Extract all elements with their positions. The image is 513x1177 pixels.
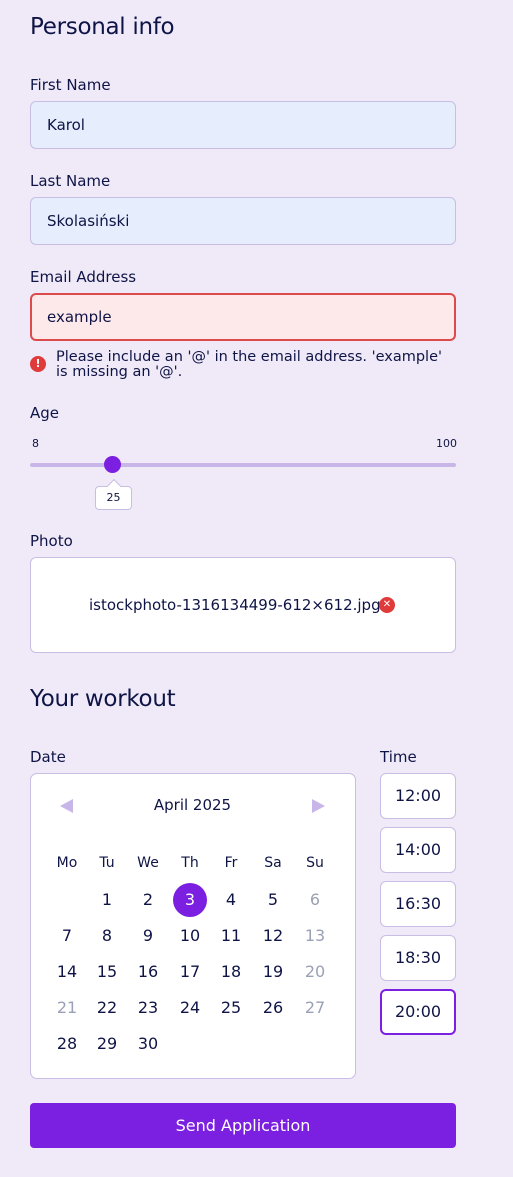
calendar-day[interactable]: 20 xyxy=(298,955,332,989)
calendar-day[interactable]: 19 xyxy=(256,955,290,989)
time-slot-1400[interactable]: 14:00 xyxy=(380,827,456,873)
calendar-day[interactable]: 24 xyxy=(173,991,207,1025)
photo-label: Photo xyxy=(30,532,73,550)
calendar-day[interactable]: 28 xyxy=(50,1027,84,1061)
calendar-day[interactable]: 26 xyxy=(256,991,290,1025)
calendar-day[interactable]: 6 xyxy=(298,883,332,917)
first-name-input[interactable] xyxy=(30,101,456,149)
prev-month-icon[interactable] xyxy=(60,799,73,813)
next-month-icon[interactable] xyxy=(312,799,325,813)
calendar-day[interactable]: 9 xyxy=(131,919,165,953)
calendar-day[interactable]: 27 xyxy=(298,991,332,1025)
calendar-day[interactable]: 23 xyxy=(131,991,165,1025)
calendar-day[interactable]: 10 xyxy=(173,919,207,953)
calendar-day[interactable]: 22 xyxy=(90,991,124,1025)
first-name-label: First Name xyxy=(30,76,111,94)
personal-info-title: Personal info xyxy=(30,14,175,40)
calendar-day[interactable]: 21 xyxy=(50,991,84,1025)
time-slot-1630[interactable]: 16:30 xyxy=(380,881,456,927)
calendar-day[interactable]: 7 xyxy=(50,919,84,953)
weekday-label: Tu xyxy=(99,855,115,871)
date-label: Date xyxy=(30,748,66,766)
age-max-label: 100 xyxy=(436,437,457,450)
age-slider-thumb[interactable] xyxy=(104,456,121,473)
email-label: Email Address xyxy=(30,268,137,286)
calendar-day[interactable]: 8 xyxy=(90,919,124,953)
weekday-label: Fr xyxy=(224,855,238,871)
calendar-day[interactable]: 15 xyxy=(90,955,124,989)
remove-photo-icon[interactable]: ✕ xyxy=(379,597,395,613)
calendar-month: April 2025 xyxy=(153,796,232,814)
calendar-day[interactable]: 5 xyxy=(256,883,290,917)
calendar-day[interactable]: 2 xyxy=(131,883,165,917)
last-name-input[interactable] xyxy=(30,197,456,245)
calendar-day[interactable]: 1 xyxy=(90,883,124,917)
calendar-day[interactable]: 14 xyxy=(50,955,84,989)
workout-title: Your workout xyxy=(30,686,176,712)
time-slot-1200[interactable]: 12:00 xyxy=(380,773,456,819)
time-slot-2000[interactable]: 20:00 xyxy=(380,989,456,1035)
time-label: Time xyxy=(380,748,417,766)
calendar-day[interactable]: 16 xyxy=(131,955,165,989)
email-error-message: Please include an '@' in the email addre… xyxy=(56,350,456,380)
calendar-day-selected[interactable]: 3 xyxy=(173,883,207,917)
calendar-day[interactable]: 30 xyxy=(131,1027,165,1061)
weekday-label: Mo xyxy=(56,855,78,871)
age-label: Age xyxy=(30,404,60,422)
weekday-label: We xyxy=(137,855,159,871)
age-min-label: 8 xyxy=(32,437,39,450)
send-application-button[interactable]: Send Application xyxy=(30,1103,456,1148)
calendar-day[interactable]: 13 xyxy=(298,919,332,953)
calendar-day[interactable]: 12 xyxy=(256,919,290,953)
error-icon: ! xyxy=(30,356,46,372)
calendar-day[interactable]: 18 xyxy=(214,955,248,989)
calendar-day[interactable]: 17 xyxy=(173,955,207,989)
calendar-day[interactable]: 11 xyxy=(214,919,248,953)
photo-file-name: istockphoto-1316134499-612×612.jpg xyxy=(89,596,381,614)
age-slider-track[interactable] xyxy=(30,463,456,467)
email-input[interactable] xyxy=(30,293,456,341)
email-error-line-2: is missing an '@'. xyxy=(56,364,183,380)
last-name-label: Last Name xyxy=(30,172,111,190)
calendar-day[interactable]: 4 xyxy=(214,883,248,917)
age-value-bubble: 25 xyxy=(95,486,132,510)
email-error-line-1: Please include an '@' in the email addre… xyxy=(56,349,442,365)
weekday-label: Th xyxy=(181,855,199,871)
weekday-label: Sa xyxy=(264,855,282,871)
calendar-day[interactable]: 29 xyxy=(90,1027,124,1061)
weekday-label: Su xyxy=(306,855,324,871)
calendar-day[interactable]: 25 xyxy=(214,991,248,1025)
time-slot-1830[interactable]: 18:30 xyxy=(380,935,456,981)
